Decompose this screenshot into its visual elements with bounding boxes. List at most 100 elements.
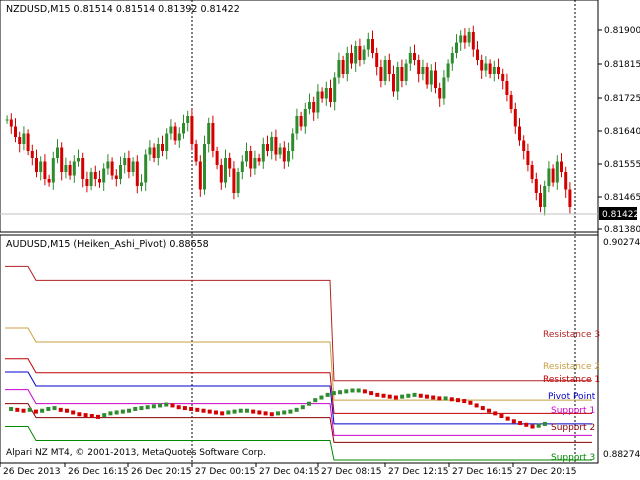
ha-bar [189, 406, 194, 411]
main-chart-panel[interactable] [0, 0, 599, 233]
candle-body [215, 151, 219, 165]
candle-body [152, 147, 156, 158]
candle-body [89, 172, 93, 186]
candle-body [26, 133, 30, 151]
candle-body [392, 74, 395, 92]
candle-body [518, 126, 521, 141]
candle-body [421, 67, 425, 74]
ha-bar [257, 410, 262, 415]
candle-body [375, 53, 379, 67]
candle-body [173, 126, 177, 141]
candle-body [526, 151, 530, 165]
candle-body [366, 39, 370, 50]
candle-body [194, 144, 198, 162]
candle-body [182, 123, 185, 134]
candle-body [186, 116, 190, 123]
price-tick-label: 0.81465 [604, 193, 640, 203]
candle-body [295, 116, 299, 134]
ha-bar [375, 392, 380, 397]
label-support-3: Support 3 [551, 453, 595, 463]
candle-body [18, 137, 22, 144]
candle-body [282, 147, 286, 162]
candle-body [245, 151, 248, 162]
candle-body [320, 91, 324, 99]
candle-body [312, 102, 316, 113]
candle-body [169, 126, 173, 134]
candle-body [207, 123, 211, 144]
ha-bar [418, 393, 423, 398]
ha-bar [244, 408, 249, 413]
ha-bar [164, 402, 169, 407]
ha-bar [499, 414, 504, 418]
candle-body [442, 77, 446, 99]
time-tick-label: 27 Dec 16:15 [452, 467, 513, 477]
ha-bar [127, 408, 132, 413]
ha-bar [21, 408, 26, 413]
candle-body [299, 116, 303, 127]
candle-body [471, 32, 475, 50]
candle-body [219, 165, 223, 183]
candle-body [316, 91, 320, 113]
candle-body [135, 161, 139, 186]
ha-bar [443, 396, 448, 401]
candle-body [156, 144, 160, 158]
ha-bar [238, 408, 243, 413]
candle-body [488, 63, 492, 74]
candle-body [543, 186, 547, 207]
candle-body [539, 193, 542, 207]
ha-bar [393, 395, 398, 400]
ha-bar [350, 388, 355, 393]
candle-body [140, 182, 143, 186]
candle-body [102, 168, 106, 183]
candle-body [425, 67, 429, 85]
candle-body [396, 67, 400, 92]
ha-bar [387, 394, 392, 399]
price-tick-label: 0.81900 [604, 26, 640, 36]
ha-bar [456, 398, 460, 403]
ha-bar [114, 410, 119, 415]
candle-body [93, 172, 97, 179]
ha-bar [83, 413, 88, 418]
candle-body [324, 88, 328, 99]
candle-body [459, 35, 463, 43]
time-tick-label: 27 Dec 00:15 [195, 467, 256, 477]
candle-body [249, 151, 253, 169]
candle-body [400, 67, 404, 81]
candle-body [358, 46, 362, 60]
ha-bar [362, 389, 367, 394]
candle-body [14, 126, 17, 137]
candle-body [114, 175, 118, 179]
price-tick-label: 0.81815 [604, 60, 640, 70]
candle-body [47, 179, 51, 183]
candle-body [413, 53, 416, 60]
candle-body [484, 63, 488, 71]
candle-body [308, 102, 311, 109]
label-resistance-1: Resistance 1 [543, 375, 600, 385]
candle-body [64, 165, 68, 172]
ha-bar [325, 392, 330, 397]
ha-bar [96, 414, 100, 419]
candle-body [551, 168, 555, 183]
time-tick-label: 27 Dec 12:15 [388, 467, 449, 477]
candle-body [106, 161, 110, 169]
candle-body [383, 60, 387, 81]
candle-body [509, 95, 513, 109]
candle-body [345, 53, 349, 74]
label-pivot-point: Pivot Point [548, 392, 596, 402]
candle-body [68, 165, 72, 176]
candle-body [450, 53, 454, 64]
mt4-chart-window[interactable]: 0.81900 0.81815 0.81725 0.81640 0.81555 0.814… [0, 0, 640, 480]
candle-body [505, 81, 509, 95]
candle-body [455, 42, 458, 53]
candle-body [203, 144, 206, 190]
candle-body [224, 158, 227, 183]
label-support-2: Support 2 [551, 423, 595, 433]
candle-body [236, 172, 240, 193]
ha-bar [338, 390, 343, 395]
ha-bar [71, 410, 76, 415]
candle-body [501, 74, 505, 81]
ha-bar [176, 405, 181, 410]
indicator-panel[interactable] [0, 234, 599, 464]
candle-body [72, 161, 76, 176]
ha-bar [213, 410, 218, 415]
